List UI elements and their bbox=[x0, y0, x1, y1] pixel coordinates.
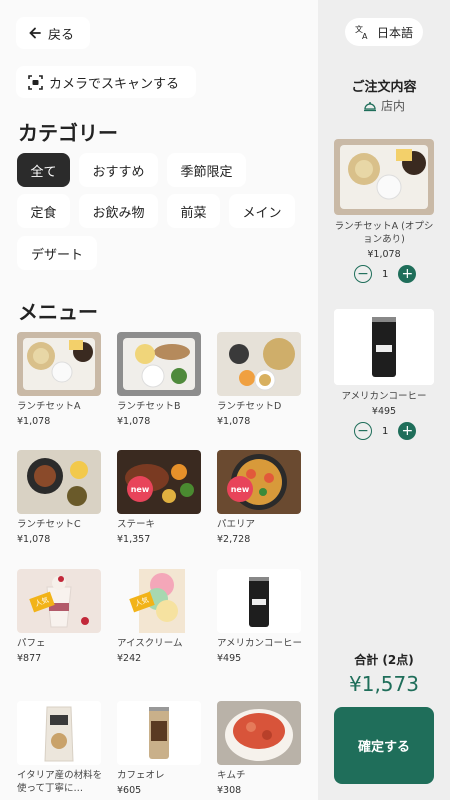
menu-item-price: ¥495 bbox=[217, 653, 242, 664]
menu-item-lunch-d[interactable]: ランチセットD ¥1,078 bbox=[217, 332, 303, 427]
menu-item-name: アメリカンコーヒー bbox=[217, 638, 303, 649]
language-label: 日本語 bbox=[376, 25, 413, 40]
category-chip-all[interactable]: 全て bbox=[17, 153, 70, 187]
category-chip-seasonal[interactable]: 季節限定 bbox=[167, 153, 246, 187]
paella-image: new bbox=[217, 450, 301, 514]
menu-item-name: ランチセットC bbox=[17, 519, 81, 530]
total-label: 合計 (2点) bbox=[354, 653, 414, 667]
menu-item-ice-cream[interactable]: 人気 アイスクリーム ¥242 bbox=[117, 569, 203, 664]
category-chip-appetizer[interactable]: 前菜 bbox=[167, 194, 220, 228]
quantity-value: 1 bbox=[382, 268, 389, 280]
quantity-stepper: − 1 + bbox=[334, 422, 434, 440]
category-chip-set-meal[interactable]: 定食 bbox=[17, 194, 70, 228]
total-value: ¥1,573 bbox=[349, 672, 419, 696]
category-chip-dessert[interactable]: デザート bbox=[17, 236, 97, 270]
dine-in-label: 店内 bbox=[380, 99, 405, 113]
scan-button-label: カメラでスキャンする bbox=[49, 76, 180, 92]
cart-item: アメリカンコーヒー ¥495 − 1 + bbox=[334, 309, 434, 440]
lunch-set-image bbox=[17, 450, 101, 514]
plus-icon[interactable]: + bbox=[398, 265, 417, 283]
menu-item-price: ¥1,078 bbox=[17, 416, 51, 427]
scan-camera-button[interactable]: カメラでスキャンする bbox=[16, 66, 196, 98]
parfait-image: 人気 bbox=[17, 569, 101, 633]
menu-item-price: ¥605 bbox=[117, 785, 142, 796]
language-button[interactable]: 文A 日本語 bbox=[345, 18, 423, 46]
category-chip-drinks[interactable]: お飲み物 bbox=[79, 194, 158, 228]
menu-item-name: パエリア bbox=[217, 519, 256, 530]
cart-item: ランチセットA (オプションあり) ¥1,078 − 1 + bbox=[334, 139, 434, 283]
back-button[interactable]: 戻る bbox=[16, 17, 90, 49]
menu-item-paella[interactable]: new パエリア ¥2,728 bbox=[217, 450, 303, 545]
lunch-set-image bbox=[217, 332, 301, 396]
plus-icon[interactable]: + bbox=[398, 422, 417, 440]
menu-item-lunch-b[interactable]: ランチセットB ¥1,078 bbox=[117, 332, 203, 427]
menu-item-price: ¥308 bbox=[217, 785, 242, 796]
menu-item-name: パフェ bbox=[17, 638, 46, 649]
menu-item-kimchi[interactable]: キムチ ¥308 bbox=[217, 701, 303, 796]
lunch-set-image bbox=[117, 332, 201, 396]
menu-item-price: ¥1,357 bbox=[117, 534, 151, 545]
dine-in-mode[interactable]: 店内 bbox=[318, 97, 450, 114]
menu-item-name: ランチセットA bbox=[17, 401, 81, 412]
cart-item-name: アメリカンコーヒー bbox=[341, 391, 427, 402]
category-title: カテゴリー bbox=[18, 121, 118, 145]
menu-item-price: ¥877 bbox=[17, 653, 42, 664]
category-chip-recommended[interactable]: おすすめ bbox=[79, 153, 158, 187]
menu-item-parfait[interactable]: 人気 パフェ ¥877 bbox=[17, 569, 103, 664]
menu-item-price: ¥242 bbox=[117, 653, 142, 664]
menu-title: メニュー bbox=[18, 300, 98, 324]
cart-item-name: ランチセットA (オプションあり) bbox=[334, 221, 434, 245]
menu-item-lunch-c[interactable]: ランチセットC ¥1,078 bbox=[17, 450, 103, 545]
order-title: ご注文内容 bbox=[351, 80, 417, 95]
menu-item-name: キムチ bbox=[217, 770, 246, 781]
menu-item-lunch-a[interactable]: ランチセットA ¥1,078 bbox=[17, 332, 103, 427]
snack-bag-image bbox=[17, 701, 101, 765]
coffee-can-image bbox=[334, 309, 434, 385]
lunch-set-image bbox=[17, 332, 101, 396]
quantity-stepper: − 1 + bbox=[334, 265, 434, 283]
arrow-left-icon bbox=[29, 27, 41, 39]
quantity-value: 1 bbox=[382, 425, 389, 437]
menu-item-steak[interactable]: new ステーキ ¥1,357 bbox=[117, 450, 203, 545]
menu-item-name: ランチセットB bbox=[117, 401, 181, 412]
menu-item-name: ランチセットD bbox=[217, 401, 282, 412]
steak-image: new bbox=[117, 450, 201, 514]
menu-item-american-coffee[interactable]: アメリカンコーヒー ¥495 bbox=[217, 569, 303, 664]
ice-cream-image: 人気 bbox=[117, 569, 201, 633]
kimchi-image bbox=[217, 701, 301, 765]
menu-item-name: アイスクリーム bbox=[117, 638, 183, 649]
cart-item-price: ¥495 bbox=[371, 406, 397, 417]
new-badge: new bbox=[227, 476, 253, 502]
cart-item-price: ¥1,078 bbox=[367, 249, 401, 260]
menu-item-name: カフェオレ bbox=[117, 770, 165, 781]
menu-item-name: ステーキ bbox=[117, 519, 156, 530]
menu-item-price: ¥2,728 bbox=[217, 534, 251, 545]
menu-item-price: ¥1,078 bbox=[217, 416, 251, 427]
menu-item-cafe-au-lait[interactable]: カフェオレ ¥605 bbox=[117, 701, 203, 796]
translate-icon: 文A bbox=[355, 24, 368, 40]
menu-panel: 戻る カメラでスキャンする カテゴリー 全て おすすめ 季節限定 定食 お飲み物… bbox=[0, 0, 318, 800]
menu-item-price: ¥1,078 bbox=[17, 534, 51, 545]
minus-icon[interactable]: − bbox=[354, 265, 372, 283]
confirm-button[interactable]: 確定する bbox=[334, 707, 434, 784]
new-badge: new bbox=[127, 476, 153, 502]
menu-item-name: イタリア産の材料を使って丁寧に… bbox=[17, 770, 103, 794]
scan-icon bbox=[28, 74, 43, 90]
cafe-au-lait-image bbox=[117, 701, 201, 765]
svg-text:A: A bbox=[362, 32, 368, 40]
menu-item-italian-snack[interactable]: イタリア産の材料を使って丁寧に… bbox=[17, 701, 103, 795]
menu-item-price: ¥1,078 bbox=[117, 416, 151, 427]
coffee-can-image bbox=[217, 569, 301, 633]
category-chip-main[interactable]: メイン bbox=[229, 194, 295, 228]
minus-icon[interactable]: − bbox=[354, 422, 372, 440]
cloche-icon bbox=[363, 101, 376, 111]
lunch-set-image bbox=[334, 139, 434, 215]
back-button-label: 戻る bbox=[48, 27, 75, 43]
